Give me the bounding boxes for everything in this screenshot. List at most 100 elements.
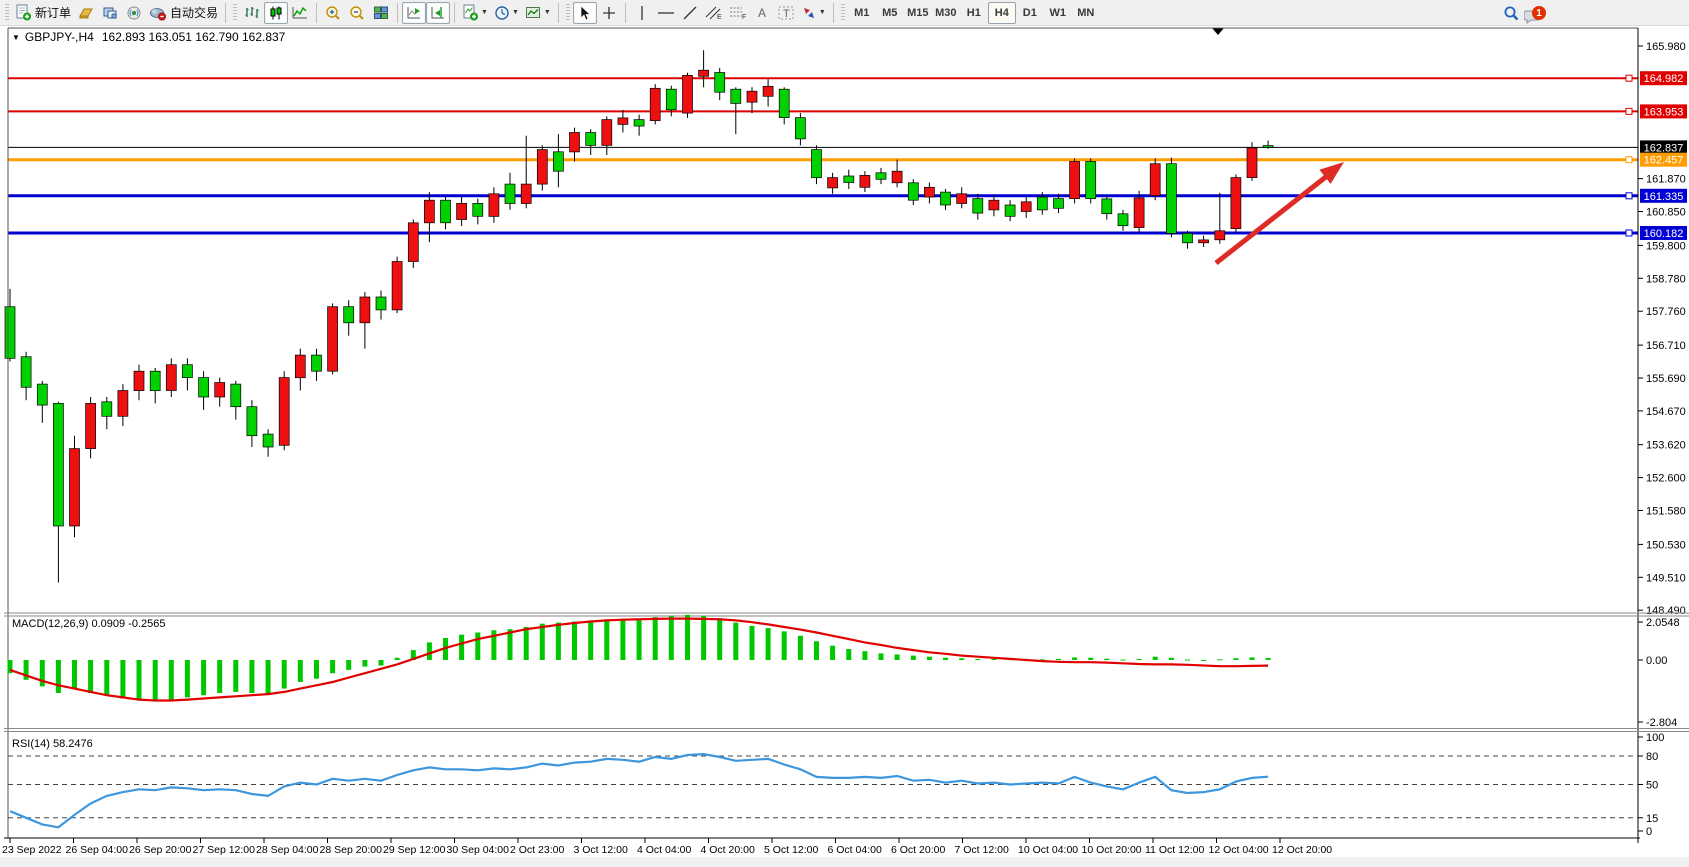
svg-text:163.953: 163.953 — [1644, 106, 1684, 118]
tab-timeframe-M5[interactable]: M5 — [876, 2, 904, 24]
notifications-button[interactable]: 1 — [1523, 3, 1547, 23]
svg-text:11 Oct 12:00: 11 Oct 12:00 — [1145, 844, 1205, 856]
horizontal-line-icon — [657, 5, 675, 21]
search-button[interactable] — [1499, 2, 1523, 24]
candlestick-chart-button[interactable] — [264, 2, 288, 24]
auto-scroll-button[interactable] — [402, 2, 426, 24]
market-watch-button[interactable] — [74, 2, 98, 24]
toolbar-grip[interactable] — [5, 4, 9, 22]
templates-button[interactable]: ▼ — [522, 2, 554, 24]
chart-shift-button[interactable] — [426, 2, 450, 24]
tab-timeframe-H1[interactable]: H1 — [960, 2, 988, 24]
svg-text:159.800: 159.800 — [1646, 240, 1686, 252]
svg-text:28 Sep 20:00: 28 Sep 20:00 — [320, 844, 383, 856]
svg-text:4 Oct 20:00: 4 Oct 20:00 — [701, 844, 755, 856]
svg-text:F: F — [742, 14, 746, 21]
signals-button[interactable] — [122, 2, 146, 24]
toolbar-grip[interactable] — [233, 4, 237, 22]
svg-text:4 Oct 04:00: 4 Oct 04:00 — [637, 844, 691, 856]
svg-text:161.335: 161.335 — [1644, 191, 1684, 203]
zoom-in-button[interactable] — [321, 2, 345, 24]
svg-text:156.710: 156.710 — [1646, 340, 1686, 352]
tile-windows-icon — [373, 5, 389, 21]
tile-windows-button[interactable] — [369, 2, 393, 24]
svg-text:12 Oct 04:00: 12 Oct 04:00 — [1209, 844, 1269, 856]
chart-shift-icon — [430, 5, 446, 21]
svg-text:154.670: 154.670 — [1646, 406, 1686, 418]
search-icon — [1503, 5, 1520, 22]
indicators-button[interactable]: ▼ — [459, 2, 491, 24]
cursor-tool-button[interactable] — [573, 2, 597, 24]
toolbar-separator — [316, 3, 317, 23]
svg-text:2 Oct 23:00: 2 Oct 23:00 — [510, 844, 564, 856]
candlestick-chart-icon — [268, 5, 284, 21]
new-order-button[interactable]: 新订单 — [12, 2, 74, 24]
tab-timeframe-H4[interactable]: H4 — [988, 2, 1016, 24]
svg-text:-2.804: -2.804 — [1646, 717, 1677, 729]
svg-text:152.600: 152.600 — [1646, 473, 1686, 485]
line-chart-button[interactable] — [288, 2, 312, 24]
horizontal-line-tool-button[interactable] — [654, 2, 678, 24]
fibonacci-tool-button[interactable]: F — [726, 2, 750, 24]
chart-canvas[interactable]: 165.980161.870160.850159.800158.780157.7… — [0, 26, 1689, 862]
svg-text:157.760: 157.760 — [1646, 306, 1686, 318]
equidistant-channel-tool-button[interactable]: E — [702, 2, 726, 24]
chart-title: ▼ GBPJPY-,H4 162.893 163.051 162.790 162… — [12, 30, 285, 44]
chart-symbol-period: GBPJPY-,H4 — [25, 30, 94, 44]
auto-trading-button[interactable]: 自动交易 — [146, 2, 221, 24]
trendline-icon — [682, 5, 698, 21]
vertical-line-tool-button[interactable] — [630, 2, 654, 24]
svg-text:10 Oct 04:00: 10 Oct 04:00 — [1018, 844, 1078, 856]
text-tool-button[interactable]: A — [750, 2, 774, 24]
clock-icon — [494, 5, 510, 21]
toolbar-grip[interactable] — [841, 4, 845, 22]
chart-ohlc-values: 162.893 163.051 162.790 162.837 — [102, 30, 286, 44]
svg-text:3 Oct 12:00: 3 Oct 12:00 — [574, 844, 628, 856]
tab-timeframe-W1[interactable]: W1 — [1044, 2, 1072, 24]
arrows-icon — [801, 5, 817, 21]
text-label-tool-button[interactable]: T — [774, 2, 798, 24]
zoom-out-button[interactable] — [345, 2, 369, 24]
svg-text:E: E — [717, 14, 722, 21]
arrows-tool-button[interactable]: ▼ — [798, 2, 829, 24]
svg-text:50: 50 — [1646, 780, 1658, 792]
cursor-icon — [578, 5, 592, 21]
tab-timeframe-D1[interactable]: D1 — [1016, 2, 1044, 24]
chevron-down-icon: ▼ — [512, 9, 519, 16]
svg-text:164.982: 164.982 — [1644, 73, 1684, 85]
svg-text:26 Sep 04:00: 26 Sep 04:00 — [66, 844, 129, 856]
rsi-label: RSI(14) 58.2476 — [12, 738, 93, 750]
channel-icon: E — [705, 5, 723, 21]
signals-icon — [126, 5, 142, 21]
tab-timeframe-MN[interactable]: MN — [1072, 2, 1100, 24]
periods-button[interactable]: ▼ — [491, 2, 522, 24]
tab-timeframe-M1[interactable]: M1 — [848, 2, 876, 24]
line-chart-icon — [292, 5, 308, 21]
bar-chart-button[interactable] — [240, 2, 264, 24]
data-window-button[interactable] — [98, 2, 122, 24]
svg-text:150.530: 150.530 — [1646, 539, 1686, 551]
tab-timeframe-M30[interactable]: M30 — [932, 2, 960, 24]
chevron-down-icon: ▼ — [481, 9, 488, 16]
tab-timeframe-M15[interactable]: M15 — [904, 2, 932, 24]
trendline-tool-button[interactable] — [678, 2, 702, 24]
timeframe-toolbar: M1M5M15M30H1H4D1W1MN — [848, 2, 1100, 24]
svg-text:30 Sep 04:00: 30 Sep 04:00 — [447, 844, 510, 856]
svg-text:15: 15 — [1646, 813, 1658, 825]
text-label-icon: T — [777, 5, 795, 21]
new-order-label: 新订单 — [35, 4, 71, 21]
new-order-icon — [15, 4, 32, 21]
auto-trading-label: 自动交易 — [170, 4, 218, 21]
one-click-collapse-icon[interactable]: ▼ — [12, 33, 20, 42]
template-icon — [525, 5, 542, 21]
svg-text:5 Oct 12:00: 5 Oct 12:00 — [764, 844, 818, 856]
zoom-out-icon — [349, 5, 365, 21]
toolbar-grip[interactable] — [566, 4, 570, 22]
indicators-icon — [462, 4, 479, 21]
svg-text:2.0548: 2.0548 — [1646, 617, 1680, 629]
svg-text:0: 0 — [1646, 826, 1652, 838]
crosshair-tool-button[interactable] — [597, 2, 621, 24]
toolbar-separator — [625, 3, 626, 23]
svg-text:158.780: 158.780 — [1646, 273, 1686, 285]
svg-text:T: T — [783, 8, 790, 20]
